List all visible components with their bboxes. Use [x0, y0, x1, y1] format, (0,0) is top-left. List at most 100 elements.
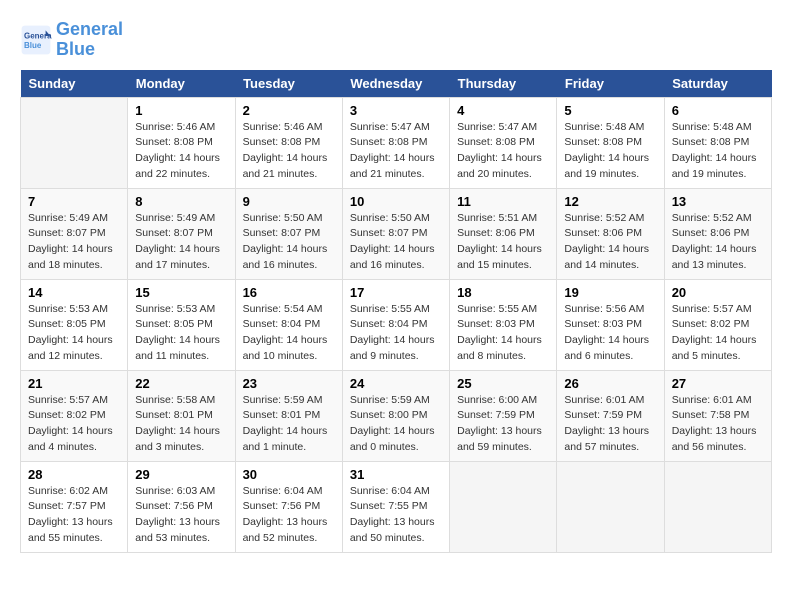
calendar-cell — [21, 97, 128, 188]
day-info: Sunrise: 5:46 AM Sunset: 8:08 PM Dayligh… — [243, 120, 335, 183]
day-info: Sunrise: 5:46 AM Sunset: 8:08 PM Dayligh… — [135, 120, 227, 183]
day-info: Sunrise: 5:51 AM Sunset: 8:06 PM Dayligh… — [457, 211, 549, 274]
calendar-cell: 28 Sunrise: 6:02 AM Sunset: 7:57 PM Dayli… — [21, 461, 128, 552]
day-number: 1 — [135, 103, 227, 118]
calendar-cell: 21 Sunrise: 5:57 AM Sunset: 8:02 PM Dayli… — [21, 370, 128, 461]
calendar-cell: 16 Sunrise: 5:54 AM Sunset: 8:04 PM Dayli… — [235, 279, 342, 370]
day-number: 4 — [457, 103, 549, 118]
day-info: Sunrise: 5:53 AM Sunset: 8:05 PM Dayligh… — [135, 302, 227, 365]
weekday-header-thursday: Thursday — [450, 70, 557, 98]
calendar-cell: 26 Sunrise: 6:01 AM Sunset: 7:59 PM Dayli… — [557, 370, 664, 461]
day-number: 21 — [28, 376, 120, 391]
day-info: Sunrise: 5:56 AM Sunset: 8:03 PM Dayligh… — [564, 302, 656, 365]
week-row-4: 21 Sunrise: 5:57 AM Sunset: 8:02 PM Dayli… — [21, 370, 772, 461]
day-number: 17 — [350, 285, 442, 300]
day-info: Sunrise: 5:58 AM Sunset: 8:01 PM Dayligh… — [135, 393, 227, 456]
day-number: 11 — [457, 194, 549, 209]
day-number: 2 — [243, 103, 335, 118]
day-number: 20 — [672, 285, 764, 300]
day-info: Sunrise: 5:57 AM Sunset: 8:02 PM Dayligh… — [672, 302, 764, 365]
weekday-header-friday: Friday — [557, 70, 664, 98]
calendar-cell: 13 Sunrise: 5:52 AM Sunset: 8:06 PM Dayli… — [664, 188, 771, 279]
day-number: 6 — [672, 103, 764, 118]
day-info: Sunrise: 5:54 AM Sunset: 8:04 PM Dayligh… — [243, 302, 335, 365]
weekday-header-saturday: Saturday — [664, 70, 771, 98]
calendar-cell: 22 Sunrise: 5:58 AM Sunset: 8:01 PM Dayli… — [128, 370, 235, 461]
calendar-cell: 30 Sunrise: 6:04 AM Sunset: 7:56 PM Dayli… — [235, 461, 342, 552]
day-info: Sunrise: 6:01 AM Sunset: 7:59 PM Dayligh… — [564, 393, 656, 456]
logo-icon: General Blue — [20, 24, 52, 56]
day-info: Sunrise: 5:47 AM Sunset: 8:08 PM Dayligh… — [457, 120, 549, 183]
calendar-cell: 2 Sunrise: 5:46 AM Sunset: 8:08 PM Daylig… — [235, 97, 342, 188]
day-info: Sunrise: 5:52 AM Sunset: 8:06 PM Dayligh… — [564, 211, 656, 274]
day-number: 8 — [135, 194, 227, 209]
day-number: 29 — [135, 467, 227, 482]
day-info: Sunrise: 5:47 AM Sunset: 8:08 PM Dayligh… — [350, 120, 442, 183]
weekday-header-monday: Monday — [128, 70, 235, 98]
day-info: Sunrise: 6:01 AM Sunset: 7:58 PM Dayligh… — [672, 393, 764, 456]
day-number: 27 — [672, 376, 764, 391]
day-number: 28 — [28, 467, 120, 482]
week-row-3: 14 Sunrise: 5:53 AM Sunset: 8:05 PM Dayli… — [21, 279, 772, 370]
day-number: 13 — [672, 194, 764, 209]
calendar-cell: 27 Sunrise: 6:01 AM Sunset: 7:58 PM Dayli… — [664, 370, 771, 461]
page-header: General Blue GeneralBlue — [20, 20, 772, 60]
week-row-2: 7 Sunrise: 5:49 AM Sunset: 8:07 PM Daylig… — [21, 188, 772, 279]
calendar-cell: 17 Sunrise: 5:55 AM Sunset: 8:04 PM Dayli… — [342, 279, 449, 370]
day-info: Sunrise: 5:52 AM Sunset: 8:06 PM Dayligh… — [672, 211, 764, 274]
day-number: 25 — [457, 376, 549, 391]
day-number: 16 — [243, 285, 335, 300]
week-row-5: 28 Sunrise: 6:02 AM Sunset: 7:57 PM Dayli… — [21, 461, 772, 552]
day-info: Sunrise: 5:48 AM Sunset: 8:08 PM Dayligh… — [672, 120, 764, 183]
calendar-cell: 31 Sunrise: 6:04 AM Sunset: 7:55 PM Dayli… — [342, 461, 449, 552]
day-number: 14 — [28, 285, 120, 300]
weekday-header-tuesday: Tuesday — [235, 70, 342, 98]
calendar-cell: 20 Sunrise: 5:57 AM Sunset: 8:02 PM Dayli… — [664, 279, 771, 370]
day-number: 7 — [28, 194, 120, 209]
day-number: 23 — [243, 376, 335, 391]
day-info: Sunrise: 5:55 AM Sunset: 8:03 PM Dayligh… — [457, 302, 549, 365]
day-info: Sunrise: 6:04 AM Sunset: 7:56 PM Dayligh… — [243, 484, 335, 547]
day-info: Sunrise: 5:57 AM Sunset: 8:02 PM Dayligh… — [28, 393, 120, 456]
calendar-cell: 8 Sunrise: 5:49 AM Sunset: 8:07 PM Daylig… — [128, 188, 235, 279]
day-info: Sunrise: 5:49 AM Sunset: 8:07 PM Dayligh… — [135, 211, 227, 274]
calendar-cell: 7Sunrise: 5:49 AM Sunset: 8:07 PM Daylig… — [21, 188, 128, 279]
calendar-cell: 4 Sunrise: 5:47 AM Sunset: 8:08 PM Daylig… — [450, 97, 557, 188]
calendar-cell: 25 Sunrise: 6:00 AM Sunset: 7:59 PM Dayli… — [450, 370, 557, 461]
svg-text:Blue: Blue — [24, 41, 42, 50]
day-number: 18 — [457, 285, 549, 300]
calendar-cell — [450, 461, 557, 552]
day-number: 10 — [350, 194, 442, 209]
day-info: Sunrise: 5:48 AM Sunset: 8:08 PM Dayligh… — [564, 120, 656, 183]
day-number: 24 — [350, 376, 442, 391]
calendar-cell — [557, 461, 664, 552]
day-info: Sunrise: 5:55 AM Sunset: 8:04 PM Dayligh… — [350, 302, 442, 365]
calendar-cell: 9Sunrise: 5:50 AM Sunset: 8:07 PM Daylig… — [235, 188, 342, 279]
calendar-cell: 12 Sunrise: 5:52 AM Sunset: 8:06 PM Dayli… — [557, 188, 664, 279]
day-number: 12 — [564, 194, 656, 209]
weekday-header-sunday: Sunday — [21, 70, 128, 98]
calendar-cell — [664, 461, 771, 552]
day-number: 26 — [564, 376, 656, 391]
calendar-cell: 5Sunrise: 5:48 AM Sunset: 8:08 PM Daylig… — [557, 97, 664, 188]
calendar-cell: 10 Sunrise: 5:50 AM Sunset: 8:07 PM Dayli… — [342, 188, 449, 279]
day-info: Sunrise: 5:50 AM Sunset: 8:07 PM Dayligh… — [350, 211, 442, 274]
calendar-cell: 3 Sunrise: 5:47 AM Sunset: 8:08 PM Daylig… — [342, 97, 449, 188]
weekday-header-wednesday: Wednesday — [342, 70, 449, 98]
day-number: 15 — [135, 285, 227, 300]
calendar-cell: 19 Sunrise: 5:56 AM Sunset: 8:03 PM Dayli… — [557, 279, 664, 370]
day-number: 31 — [350, 467, 442, 482]
calendar-cell: 11 Sunrise: 5:51 AM Sunset: 8:06 PM Dayli… — [450, 188, 557, 279]
calendar-cell: 1 Sunrise: 5:46 AM Sunset: 8:08 PM Daylig… — [128, 97, 235, 188]
day-number: 22 — [135, 376, 227, 391]
weekday-header-row: SundayMondayTuesdayWednesdayThursdayFrid… — [21, 70, 772, 98]
day-info: Sunrise: 6:03 AM Sunset: 7:56 PM Dayligh… — [135, 484, 227, 547]
day-info: Sunrise: 6:04 AM Sunset: 7:55 PM Dayligh… — [350, 484, 442, 547]
day-info: Sunrise: 6:00 AM Sunset: 7:59 PM Dayligh… — [457, 393, 549, 456]
day-number: 30 — [243, 467, 335, 482]
calendar-cell: 14Sunrise: 5:53 AM Sunset: 8:05 PM Dayli… — [21, 279, 128, 370]
day-number: 3 — [350, 103, 442, 118]
logo: General Blue GeneralBlue — [20, 20, 123, 60]
day-number: 19 — [564, 285, 656, 300]
day-info: Sunrise: 6:02 AM Sunset: 7:57 PM Dayligh… — [28, 484, 120, 547]
